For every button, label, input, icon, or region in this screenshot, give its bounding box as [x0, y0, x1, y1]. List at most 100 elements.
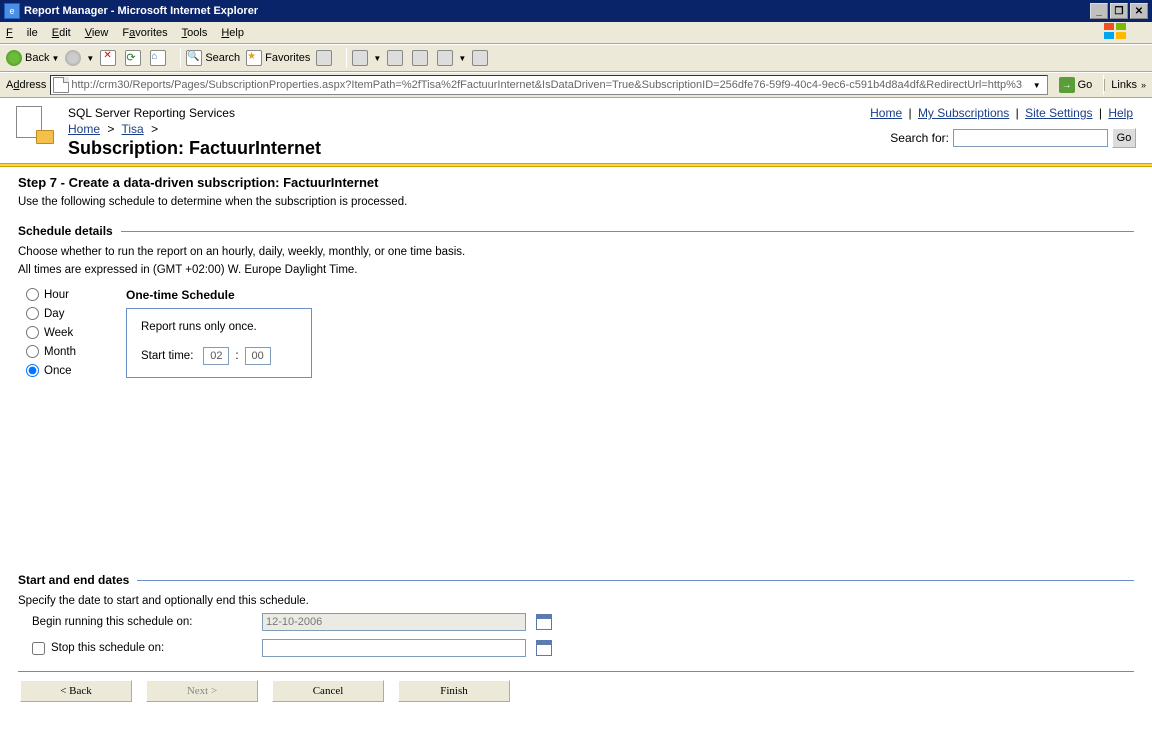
stop-button[interactable]	[100, 50, 119, 66]
nav-site-settings[interactable]: Site Settings	[1025, 106, 1092, 120]
radio-hour[interactable]: Hour	[26, 288, 126, 301]
chevron-down-icon: ▼	[51, 54, 59, 63]
stop-date-label: Stop this schedule on:	[51, 642, 164, 654]
menu-view[interactable]: View	[85, 27, 109, 39]
schedule-sub1: Choose whether to run the report on an h…	[18, 246, 1134, 258]
discuss-button[interactable]: ▼	[437, 50, 466, 66]
print-button[interactable]	[387, 50, 406, 66]
home-button[interactable]: ⌂	[150, 50, 169, 66]
close-button[interactable]: ✕	[1130, 3, 1148, 19]
menu-file[interactable]: File	[6, 27, 38, 39]
begin-date-label: Begin running this schedule on:	[32, 616, 262, 628]
stop-schedule-checkbox[interactable]	[32, 642, 45, 655]
dates-description: Specify the date to start and optionally…	[18, 595, 1134, 607]
favorites-button[interactable]: ★ Favorites	[246, 50, 310, 66]
refresh-icon: ⟳	[125, 50, 141, 66]
breadcrumb-tisa[interactable]: Tisa	[122, 122, 144, 136]
back-label: Back	[25, 52, 49, 64]
calendar-icon[interactable]	[536, 614, 552, 630]
windows-logo	[1104, 23, 1132, 43]
address-input[interactable]	[71, 79, 1028, 91]
schedule-radio-group: Hour Day Week Month Once	[26, 288, 126, 383]
forward-icon	[65, 50, 81, 66]
menu-help[interactable]: Help	[221, 27, 244, 39]
page-header: SQL Server Reporting Services Home > Tis…	[0, 98, 1152, 163]
ie-icon: e	[4, 3, 20, 19]
top-nav: Home | My Subscriptions | Site Settings …	[867, 106, 1136, 120]
edit-icon	[412, 50, 428, 66]
favorites-label: Favorites	[265, 52, 310, 64]
print-icon	[387, 50, 403, 66]
edit-button[interactable]	[412, 50, 431, 66]
nav-my-subscriptions[interactable]: My Subscriptions	[918, 106, 1009, 120]
menu-bar: File Edit View Favorites Tools Help	[0, 22, 1152, 44]
go-icon: →	[1059, 77, 1075, 93]
nav-help[interactable]: Help	[1108, 106, 1133, 120]
stop-icon	[100, 50, 116, 66]
search-icon: 🔍	[186, 50, 202, 66]
refresh-button[interactable]: ⟳	[125, 50, 144, 66]
search-label: Search for:	[890, 131, 949, 145]
separator	[346, 48, 347, 68]
chevron-right-icon: »	[1141, 80, 1146, 90]
window-title: Report Manager - Microsoft Internet Expl…	[24, 5, 1088, 17]
mail-button[interactable]: ▼	[352, 50, 381, 66]
schedule-sub2: All times are expressed in (GMT +02:00) …	[18, 264, 1134, 276]
favorites-icon: ★	[246, 50, 262, 66]
mail-icon	[352, 50, 368, 66]
research-icon	[472, 50, 488, 66]
menu-tools[interactable]: Tools	[182, 27, 208, 39]
begin-date-input[interactable]	[262, 613, 526, 631]
separator	[180, 48, 181, 68]
start-time-label: Start time:	[141, 350, 193, 362]
menu-edit[interactable]: Edit	[52, 27, 71, 39]
breadcrumb-home[interactable]: Home	[68, 122, 100, 136]
research-button[interactable]	[472, 50, 491, 66]
search-go-button[interactable]: Go	[1112, 128, 1136, 148]
nav-home[interactable]: Home	[870, 106, 902, 120]
back-button[interactable]: < Back	[20, 680, 132, 702]
next-button[interactable]: Next >	[146, 680, 258, 702]
media-icon	[316, 50, 332, 66]
go-label: Go	[1078, 79, 1093, 91]
address-field-wrap: ▼	[50, 75, 1047, 95]
start-minute-input[interactable]	[245, 347, 271, 365]
address-bar: Address ▼ → Go Links »	[0, 72, 1152, 98]
discuss-icon	[437, 50, 453, 66]
onetime-panel: One-time Schedule Report runs only once.…	[126, 288, 312, 383]
go-button[interactable]: → Go	[1054, 75, 1098, 95]
dates-title: Start and end dates	[18, 573, 1134, 587]
radio-month[interactable]: Month	[26, 345, 126, 358]
cancel-button[interactable]: Cancel	[272, 680, 384, 702]
media-button[interactable]	[316, 50, 335, 66]
forward-button[interactable]: ▼	[65, 50, 94, 66]
calendar-icon[interactable]	[536, 640, 552, 656]
radio-week[interactable]: Week	[26, 326, 126, 339]
page-title: Subscription: FactuurInternet	[68, 138, 867, 159]
onetime-runs-text: Report runs only once.	[141, 321, 297, 333]
wizard-button-row: < Back Next > Cancel Finish	[18, 671, 1134, 702]
time-colon: :	[235, 350, 238, 362]
radio-day[interactable]: Day	[26, 307, 126, 320]
window-titlebar: e Report Manager - Microsoft Internet Ex…	[0, 0, 1152, 22]
start-hour-input[interactable]	[203, 347, 229, 365]
minimize-button[interactable]: _	[1090, 3, 1108, 19]
toolbar: Back ▼ ▼ ⟳ ⌂ 🔍 Search ★ Favorites ▼ ▼	[0, 44, 1152, 72]
step-description: Use the following schedule to determine …	[18, 196, 1134, 208]
back-button[interactable]: Back ▼	[6, 50, 59, 66]
search-label: Search	[205, 52, 240, 64]
radio-once[interactable]: Once	[26, 364, 126, 377]
onetime-heading: One-time Schedule	[126, 288, 312, 302]
home-icon: ⌂	[150, 50, 166, 66]
stop-date-input[interactable]	[262, 639, 526, 657]
restore-button[interactable]: ❐	[1110, 3, 1128, 19]
step-title: Step 7 - Create a data-driven subscripti…	[18, 175, 1134, 190]
links-button[interactable]: Links »	[1104, 79, 1146, 91]
chevron-down-icon[interactable]: ▼	[1033, 81, 1041, 90]
menu-favorites[interactable]: Favorites	[122, 27, 167, 39]
report-manager-icon	[16, 106, 54, 144]
search-input[interactable]	[953, 129, 1108, 147]
finish-button[interactable]: Finish	[398, 680, 510, 702]
search-button[interactable]: 🔍 Search	[186, 50, 240, 66]
schedule-details-title: Schedule details	[18, 224, 1134, 238]
